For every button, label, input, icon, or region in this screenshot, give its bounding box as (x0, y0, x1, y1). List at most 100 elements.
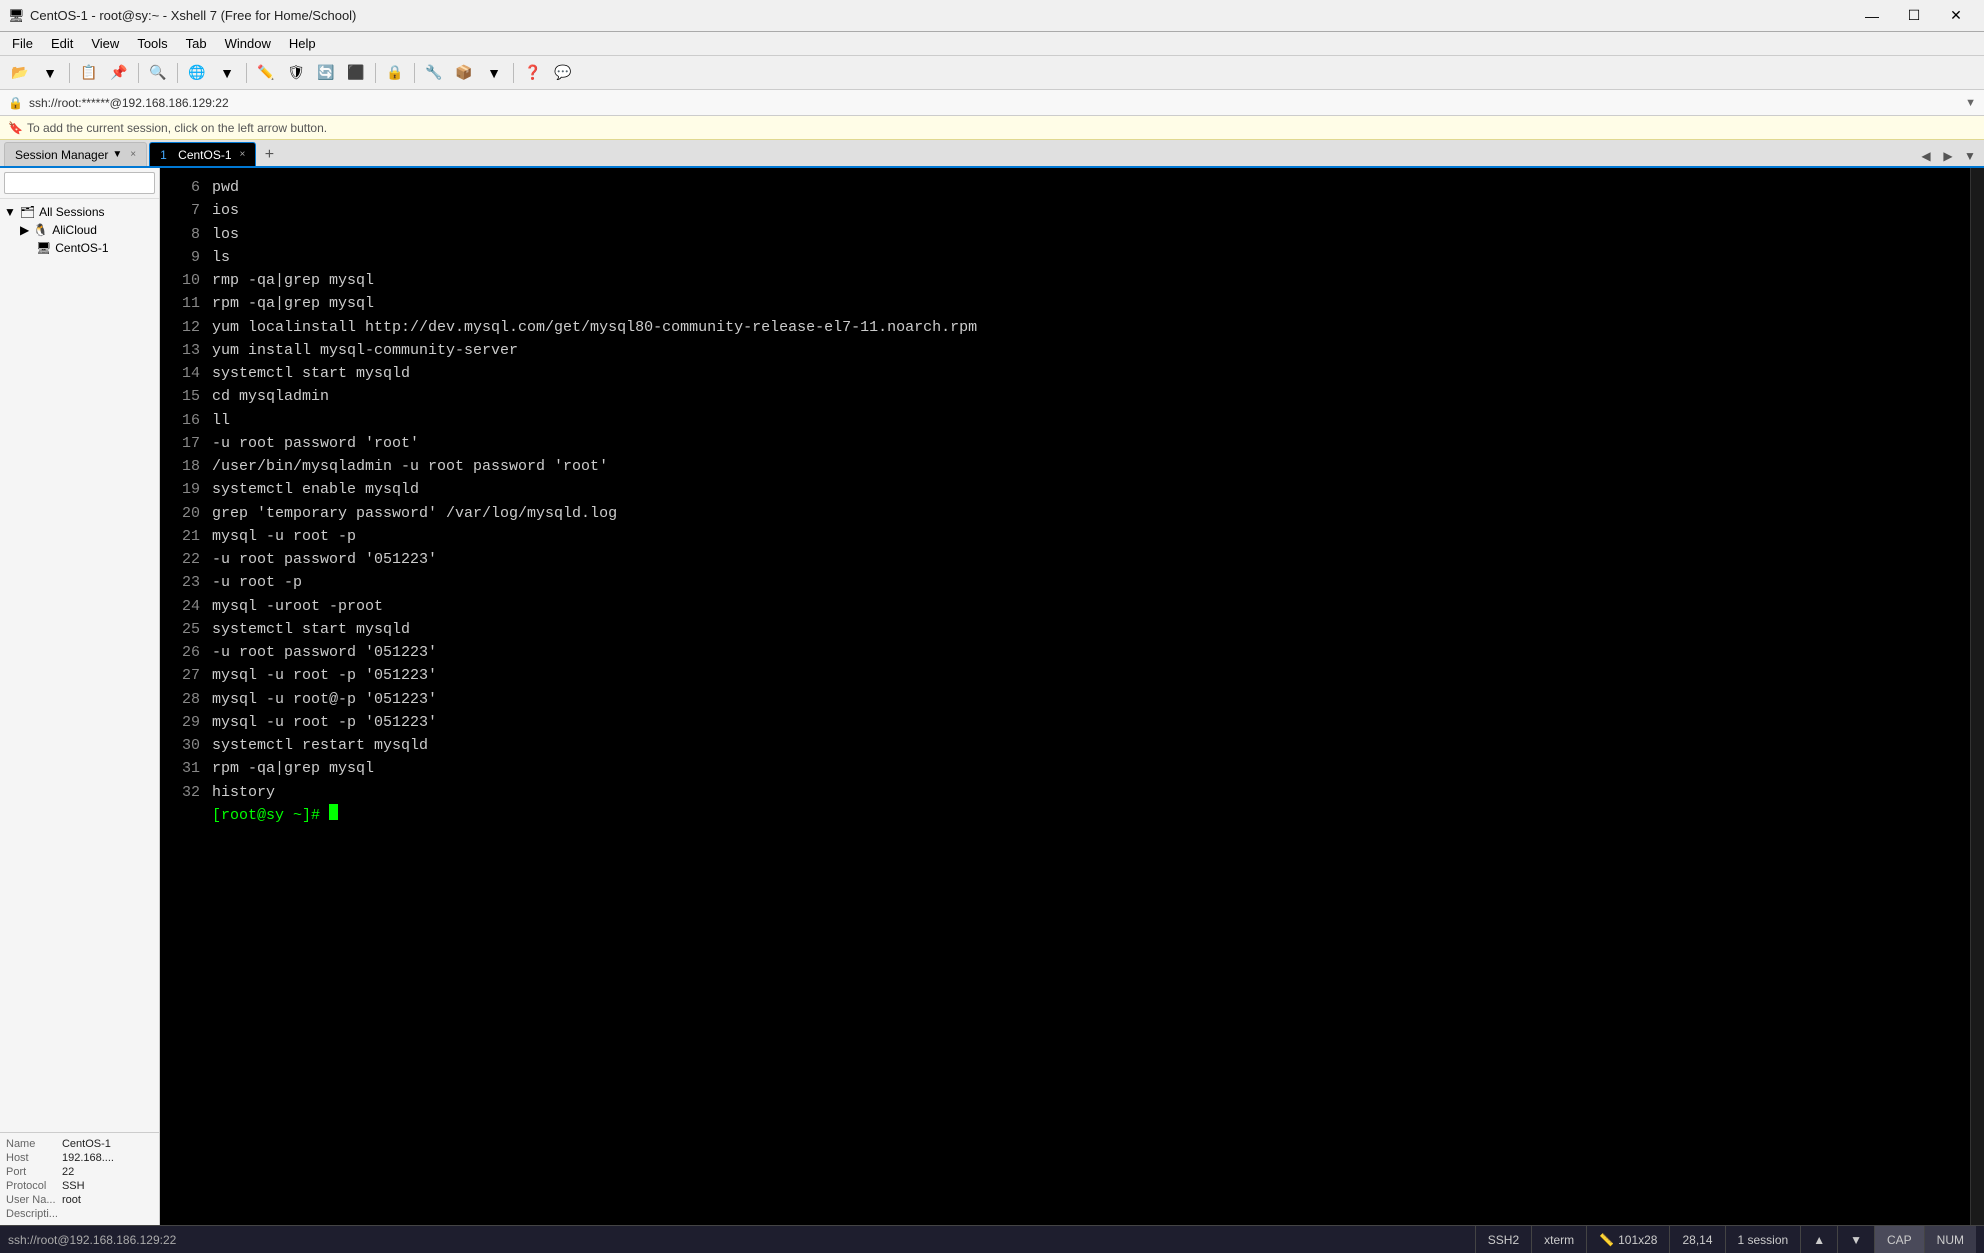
info-icon: 🔖 (8, 121, 23, 135)
toolbar-sep-1 (69, 63, 70, 83)
app-icon: 🖥 (8, 8, 24, 24)
toolbar-globe-btn[interactable]: 🌐 (183, 60, 211, 86)
terminal-line: 6pwd (172, 176, 1958, 199)
tab-bar: Session Manager ▼ × 1 CentOS-1 × + ◀ ▶ ▼ (0, 140, 1984, 168)
tree-label: CentOS-1 (55, 241, 108, 255)
terminal[interactable]: 6pwd7ios8los9ls10rmp -qa|grep mysql11rpm… (160, 168, 1970, 1225)
tab-nav-buttons: ◀ ▶ ▼ (1916, 146, 1984, 166)
terminal-prompt-line[interactable]: [root@sy ~]# (172, 804, 1958, 827)
line-command: rpm -qa|grep mysql (212, 757, 374, 780)
line-command: los (212, 223, 239, 246)
line-command: mysql -u root@-p '051223' (212, 688, 437, 711)
toolbar-box-btn[interactable]: ⬛ (342, 60, 370, 86)
session-tab-close-btn[interactable]: × (130, 149, 136, 160)
session-info-row-port: Port 22 (4, 1165, 155, 1179)
line-number: 27 (172, 664, 212, 687)
line-command: rpm -qa|grep mysql (212, 292, 374, 315)
line-number: 26 (172, 641, 212, 664)
status-bar: ssh://root@192.168.186.129:22 SSH2 xterm… (0, 1225, 1984, 1253)
session-info-panel: Name CentOS-1 Host 192.168.... Port 22 P… (0, 1132, 159, 1225)
session-info-row-name: Name CentOS-1 (4, 1137, 155, 1151)
toolbar: 📂 ▼ 📋 📌 🔍 🌐 ▼ ✏️ 🛡 🔄 ⬛ 🔒 🔧 📦 ▼ ❓ 💬 (0, 56, 1984, 90)
line-command: /user/bin/mysqladmin -u root password 'r… (212, 455, 608, 478)
line-number: 16 (172, 409, 212, 432)
maximize-button[interactable]: ☐ (1894, 2, 1934, 30)
line-command: pwd (212, 176, 239, 199)
line-command: grep 'temporary password' /var/log/mysql… (212, 502, 617, 525)
line-command: mysql -u root -p '051223' (212, 664, 437, 687)
tab-prev-button[interactable]: ◀ (1916, 146, 1936, 166)
info-text: To add the current session, click on the… (27, 121, 327, 135)
terminal-scrollbar[interactable] (1970, 168, 1984, 1225)
toolbar-open-btn[interactable]: ▼ (36, 60, 64, 86)
toolbar-sep-7 (513, 63, 514, 83)
address-dropdown-btn[interactable]: ▼ (1965, 97, 1976, 109)
toolbar-refresh-btn[interactable]: 🔄 (312, 60, 340, 86)
line-number: 29 (172, 711, 212, 734)
line-command: ll (212, 409, 230, 432)
toolbar-pkg-btn[interactable]: 📦 (450, 60, 478, 86)
line-command: -u root password '051223' (212, 548, 437, 571)
line-command: mysql -u root -p '051223' (212, 711, 437, 734)
line-command: systemctl restart mysqld (212, 734, 428, 757)
terminal-line: 31rpm -qa|grep mysql (172, 757, 1958, 780)
line-number: 30 (172, 734, 212, 757)
toolbar-pencil-btn[interactable]: ✏️ (252, 60, 280, 86)
session-info-val-host: 192.168.... (60, 1151, 155, 1165)
line-command: rmp -qa|grep mysql (212, 269, 374, 292)
window-title: CentOS-1 - root@sy:~ - Xshell 7 (Free fo… (30, 8, 1852, 23)
status-sessions: 1 session (1725, 1226, 1801, 1253)
toolbar-help-btn[interactable]: ❓ (519, 60, 547, 86)
toolbar-lock-btn[interactable]: 🔒 (381, 60, 409, 86)
sidebar-search-input[interactable] (4, 172, 155, 194)
toolbar-wrench-btn[interactable]: 🔧 (420, 60, 448, 86)
line-command: systemctl start mysqld (212, 362, 410, 385)
session-info-row-username: User Na... root (4, 1193, 155, 1207)
terminal-line: 15cd mysqladmin (172, 385, 1958, 408)
menu-window[interactable]: Window (217, 34, 279, 53)
sidebar-tree: ▼ 🗂 All Sessions ▶ 🐧 AliCloud 🖥 CentOS-1 (0, 199, 159, 1132)
tree-label: All Sessions (39, 205, 104, 219)
tree-item-centos1[interactable]: 🖥 CentOS-1 (0, 239, 159, 257)
toolbar-chat-btn[interactable]: 💬 (549, 60, 577, 86)
terminal-line: 27mysql -u root -p '051223' (172, 664, 1958, 687)
line-command: yum install mysql-community-server (212, 339, 518, 362)
minimize-button[interactable]: — (1852, 2, 1892, 30)
add-tab-button[interactable]: + (258, 144, 280, 166)
status-address: ssh://root@192.168.186.129:22 (8, 1233, 1475, 1247)
toolbar-paste-btn[interactable]: 📌 (105, 60, 133, 86)
tab-next-button[interactable]: ▶ (1938, 146, 1958, 166)
toolbar-new-btn[interactable]: 📂 (6, 60, 34, 86)
toolbar-pkg-btn2[interactable]: ▼ (480, 60, 508, 86)
close-button[interactable]: ✕ (1936, 2, 1976, 30)
session-info-row-protocol: Protocol SSH (4, 1179, 155, 1193)
menu-tab[interactable]: Tab (178, 34, 215, 53)
menu-file[interactable]: File (4, 34, 41, 53)
toolbar-globe-btn2[interactable]: ▼ (213, 60, 241, 86)
tab-centos1[interactable]: 1 CentOS-1 × (149, 142, 256, 166)
tree-label: AliCloud (52, 223, 97, 237)
menu-edit[interactable]: Edit (43, 34, 81, 53)
terminal-line: 12yum localinstall http://dev.mysql.com/… (172, 316, 1958, 339)
menu-help[interactable]: Help (281, 34, 324, 53)
tree-item-alicloud[interactable]: ▶ 🐧 AliCloud (0, 221, 159, 239)
main-area: ▼ 🗂 All Sessions ▶ 🐧 AliCloud 🖥 CentOS-1… (0, 168, 1984, 1225)
terminal-line: 29mysql -u root -p '051223' (172, 711, 1958, 734)
tab-session-manager[interactable]: Session Manager ▼ × (4, 142, 147, 166)
session-info-table: Name CentOS-1 Host 192.168.... Port 22 P… (4, 1137, 155, 1221)
terminal-line: 22-u root password '051223' (172, 548, 1958, 571)
toolbar-copy-btn[interactable]: 📋 (75, 60, 103, 86)
terminal-line: 11rpm -qa|grep mysql (172, 292, 1958, 315)
line-number: 22 (172, 548, 212, 571)
terminal-line: 9ls (172, 246, 1958, 269)
tab-menu-button[interactable]: ▼ (1960, 146, 1980, 166)
session-info-val-name: CentOS-1 (60, 1137, 155, 1151)
toolbar-find-btn[interactable]: 🔍 (144, 60, 172, 86)
line-command: -u root password '051223' (212, 641, 437, 664)
tree-item-all-sessions[interactable]: ▼ 🗂 All Sessions (0, 203, 159, 221)
session-info-val-username: root (60, 1193, 155, 1207)
toolbar-shield-btn[interactable]: 🛡 (282, 60, 310, 86)
active-tab-close-btn[interactable]: × (240, 149, 246, 160)
menu-view[interactable]: View (83, 34, 127, 53)
menu-tools[interactable]: Tools (129, 34, 175, 53)
